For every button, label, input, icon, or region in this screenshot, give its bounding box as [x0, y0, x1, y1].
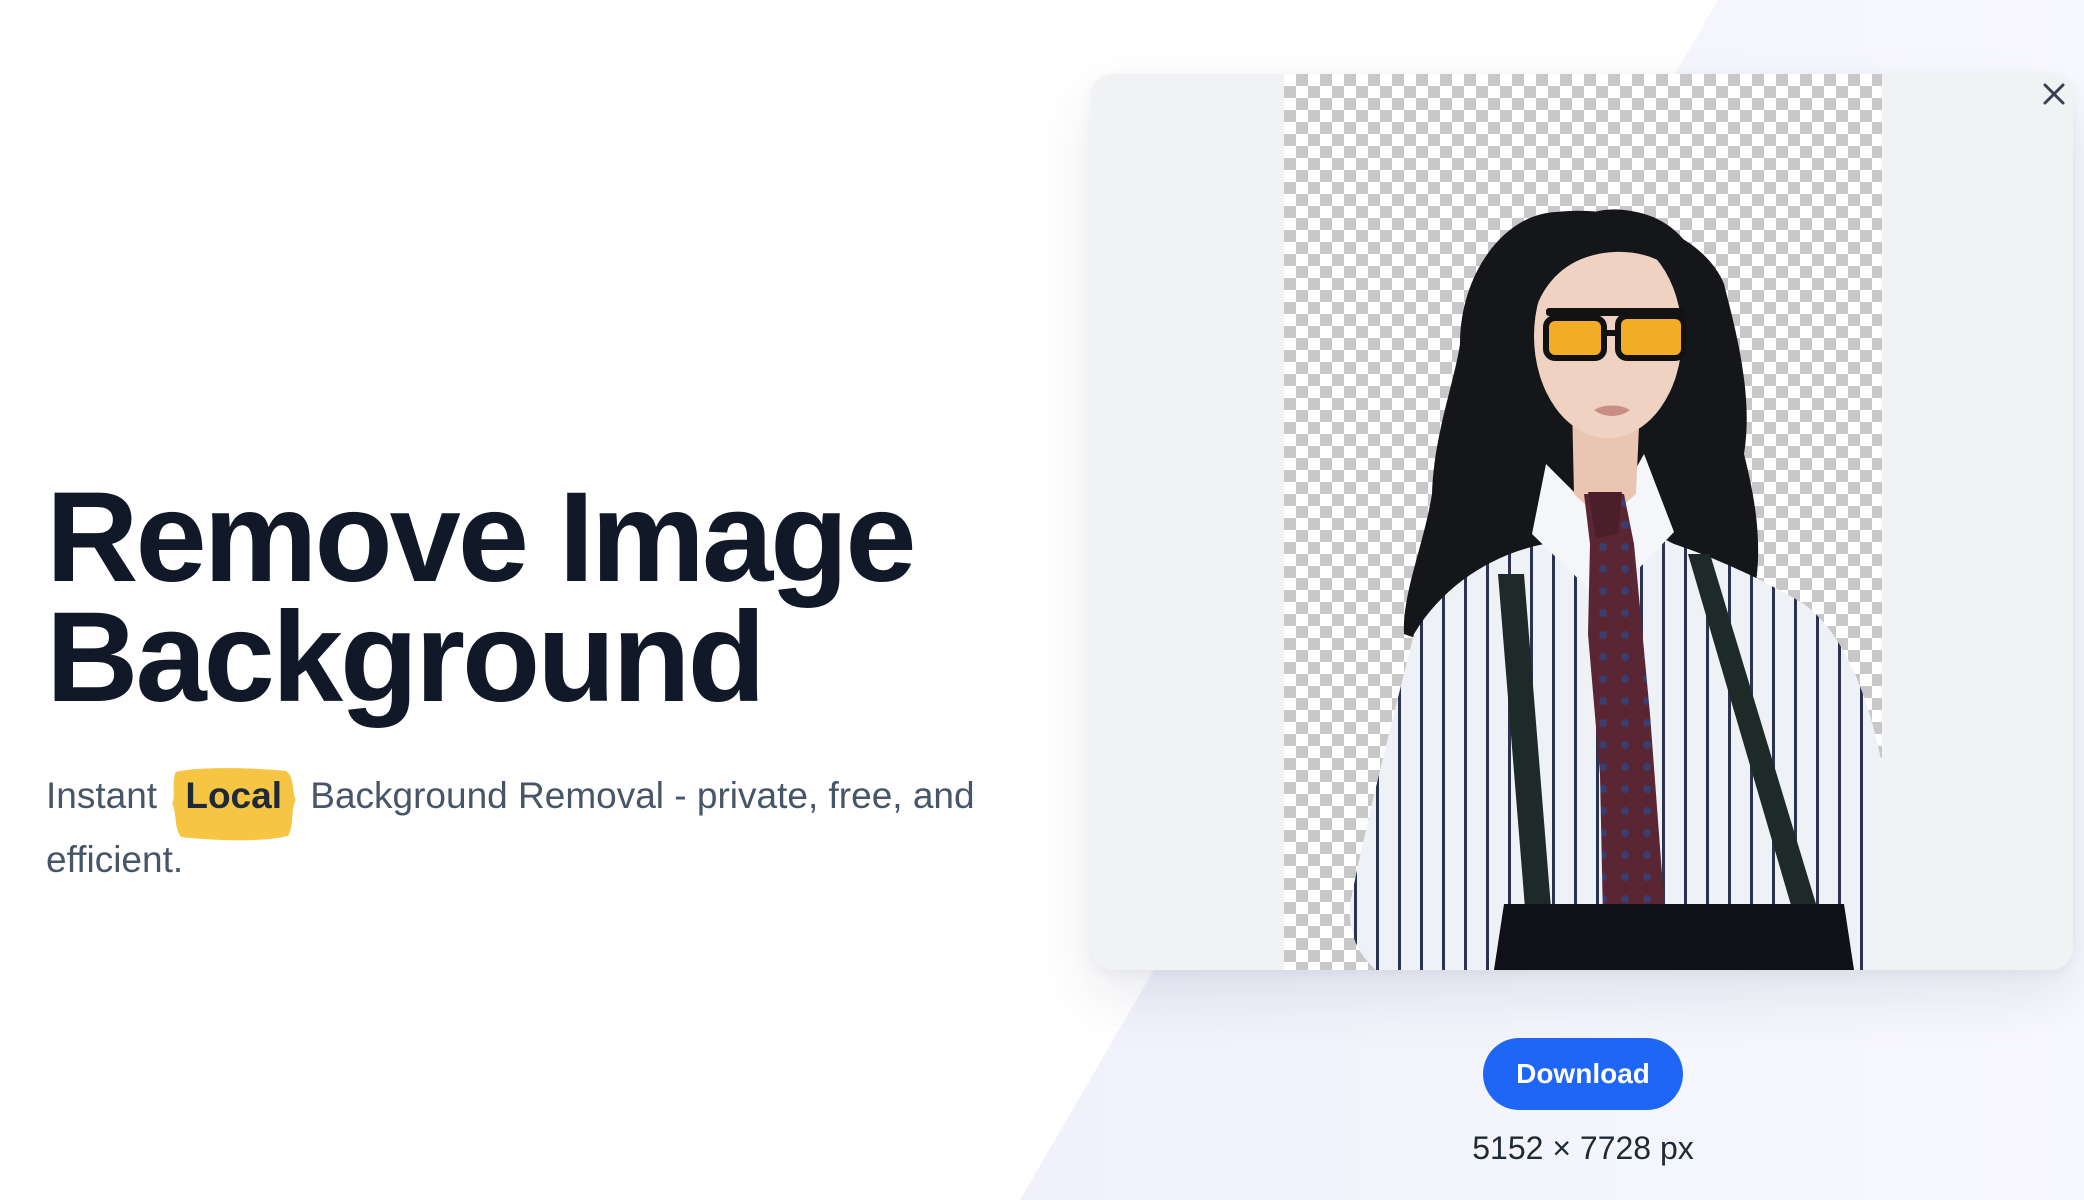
- image-dimensions: 5152 × 7728 px: [1472, 1130, 1694, 1166]
- transparent-checkerboard: [1284, 74, 1882, 970]
- subtitle-before: Instant: [46, 775, 158, 816]
- cutout-subject-image: [1349, 209, 1882, 970]
- hero-subtitle: Instant Local Background Removal - priva…: [46, 764, 1046, 892]
- result-preview-card: [1091, 74, 2073, 970]
- title-line-2: Background: [46, 586, 766, 729]
- highlight-local: Local: [171, 764, 296, 841]
- title-line-1: Remove Image: [46, 466, 917, 609]
- hero-section: Remove Image Background Instant Local Ba…: [46, 466, 1046, 892]
- download-button[interactable]: Download: [1483, 1038, 1683, 1110]
- page-title: Remove Image Background: [46, 466, 1046, 729]
- close-icon[interactable]: [2040, 80, 2068, 108]
- highlight-text: Local: [185, 775, 282, 816]
